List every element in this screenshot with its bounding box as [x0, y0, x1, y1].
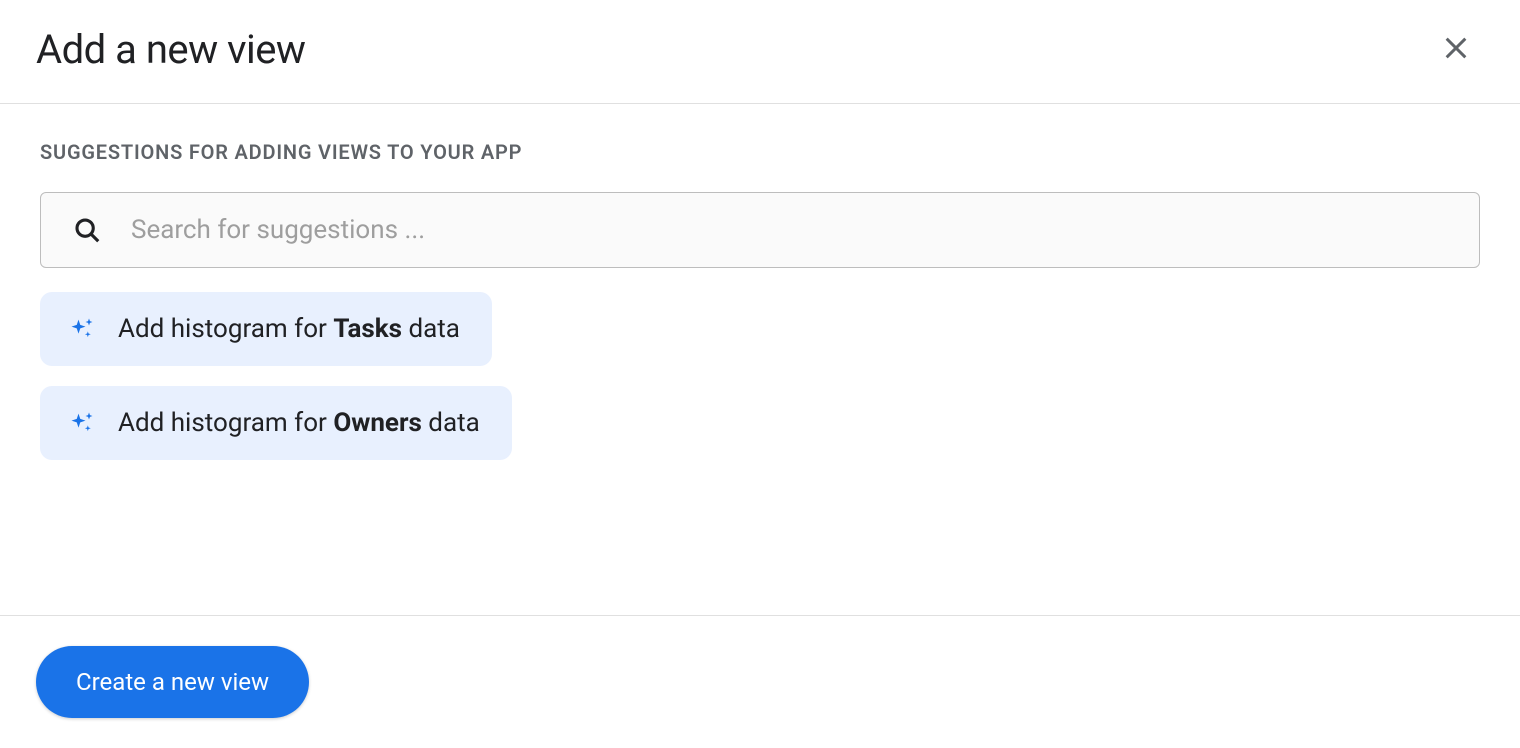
suggestion-owners-histogram[interactable]: Add histogram for Owners data — [40, 386, 512, 460]
dialog-header: Add a new view — [0, 0, 1520, 104]
close-button[interactable] — [1432, 24, 1480, 75]
sparkle-icon — [68, 315, 96, 343]
create-view-button[interactable]: Create a new view — [36, 646, 309, 718]
search-icon — [72, 215, 102, 245]
suggestions-list: Add histogram for Tasks data Add histogr… — [40, 292, 1480, 460]
suggestion-tasks-histogram[interactable]: Add histogram for Tasks data — [40, 292, 492, 366]
dialog-content: SUGGESTIONS FOR ADDING VIEWS TO YOUR APP… — [0, 104, 1520, 460]
suggestion-label: Add histogram for Tasks data — [118, 314, 460, 344]
search-wrapper — [40, 192, 1480, 268]
dialog-footer: Create a new view — [0, 615, 1520, 748]
suggestions-heading: SUGGESTIONS FOR ADDING VIEWS TO YOUR APP — [40, 140, 1480, 164]
search-input[interactable] — [40, 192, 1480, 268]
sparkle-icon — [68, 409, 96, 437]
close-icon — [1440, 32, 1472, 67]
suggestion-label: Add histogram for Owners data — [118, 408, 480, 438]
dialog-title: Add a new view — [36, 26, 305, 73]
